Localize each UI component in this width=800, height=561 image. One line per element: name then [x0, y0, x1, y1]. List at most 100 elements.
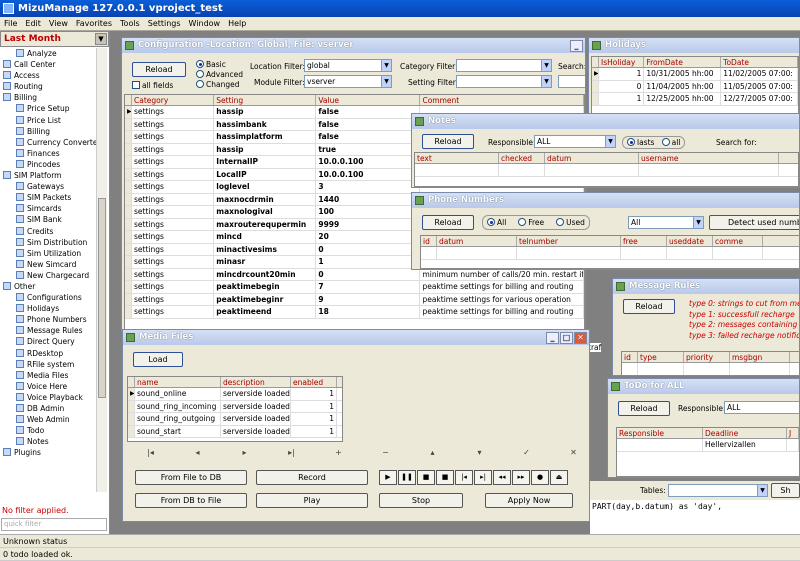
column-header[interactable]: free	[621, 236, 667, 246]
column-header[interactable]: FromDate	[644, 57, 722, 67]
column-header[interactable]: telnumber	[517, 236, 621, 246]
column-header[interactable]: msgbgn	[730, 352, 790, 362]
table-row[interactable]: settings peaktimebegin 7 peaktime settings …	[125, 281, 584, 294]
maximize-button[interactable]: □	[560, 332, 573, 344]
table-row[interactable]: 0 11/04/2005 hh:00 11/05/2005 07:00:	[592, 80, 798, 93]
nav-delete-icon[interactable]: −	[362, 446, 409, 460]
todo-reload-button[interactable]: Reload	[618, 401, 670, 416]
sidebar-item-sim-utilization[interactable]: Sim Utilization	[0, 248, 96, 259]
menu-item-help[interactable]: Help	[224, 17, 250, 31]
menu-item-settings[interactable]: Settings	[144, 17, 185, 31]
scrollbar-thumb[interactable]	[98, 198, 106, 398]
show-button[interactable]: Sh	[771, 483, 800, 498]
prev-icon[interactable]: |◂	[455, 470, 473, 485]
column-header[interactable]: username	[639, 153, 779, 163]
stop-alt-icon[interactable]: ■	[436, 470, 454, 485]
sidebar-item-plugins[interactable]: Plugins	[0, 447, 96, 458]
apply-now-button[interactable]: Apply Now	[485, 493, 573, 508]
minimize-button[interactable]: _	[570, 40, 583, 52]
sidebar-item-pincodes[interactable]: Pincodes	[0, 159, 96, 170]
column-header[interactable]: priority	[684, 352, 730, 362]
sidebar-item-media-files[interactable]: Media Files	[0, 370, 96, 381]
sidebar-item-analyze[interactable]: Analyze	[0, 48, 96, 59]
sidebar-item-notes[interactable]: Notes	[0, 436, 96, 447]
menu-item-file[interactable]: File	[0, 17, 21, 31]
sidebar-item-voice-playback[interactable]: Voice Playback	[0, 392, 96, 403]
rewind-icon[interactable]: ◂◂	[493, 470, 511, 485]
tables-select[interactable]: ▼	[668, 484, 768, 497]
table-row[interactable]: ▶ sound_online serverside loaded 1	[128, 388, 342, 401]
sidebar-item-message-rules[interactable]: Message Rules	[0, 325, 96, 336]
detect-used-numbers-button[interactable]: Detect used numb	[709, 215, 799, 230]
sidebar-item-rfile-system[interactable]: RFile system	[0, 359, 96, 370]
menu-item-tools[interactable]: Tools	[116, 17, 144, 31]
record-icon[interactable]: ●	[531, 470, 549, 485]
sidebar-item-sim-packets[interactable]: SIM Packets	[0, 192, 96, 203]
sidebar-item-simcards[interactable]: Simcards	[0, 203, 96, 214]
category-filter-select[interactable]: ▼	[456, 59, 552, 72]
sidebar-item-currency-converter[interactable]: Currency Converter	[0, 137, 96, 148]
menu-item-favorites[interactable]: Favorites	[72, 17, 116, 31]
sidebar-item-gateways[interactable]: Gateways	[0, 181, 96, 192]
column-header[interactable]: ToDate	[721, 57, 798, 67]
query-editor[interactable]: PART(day,b.datum) as 'day',	[590, 500, 800, 534]
sidebar-item-holidays[interactable]: Holidays	[0, 303, 96, 314]
sidebar-item-web-admin[interactable]: Web Admin	[0, 414, 96, 425]
location-filter-select[interactable]: global ▼	[304, 59, 392, 72]
radio-free[interactable]: Free	[518, 218, 544, 227]
sidebar-item-new-simcard[interactable]: New Simcard	[0, 259, 96, 270]
radio-lasts[interactable]: lasts	[627, 138, 654, 147]
column-header[interactable]: datum	[437, 236, 517, 246]
sidebar-item-billing[interactable]: Billing	[0, 126, 96, 137]
column-header[interactable]: enabled	[291, 377, 337, 387]
sidebar-item-sim-bank[interactable]: SIM Bank	[0, 214, 96, 225]
radio-all[interactable]: all	[661, 138, 680, 147]
sidebar-item-routing[interactable]: Routing	[0, 81, 96, 92]
menu-item-edit[interactable]: Edit	[21, 17, 45, 31]
column-header[interactable]: datum	[545, 153, 639, 163]
sidebar-item-finances[interactable]: Finances	[0, 148, 96, 159]
sidebar-item-billing[interactable]: Billing	[0, 92, 96, 103]
sidebar-item-other[interactable]: Other	[0, 281, 96, 292]
mode-advanced[interactable]: Advanced	[196, 70, 243, 80]
media-load-button[interactable]: Load	[133, 352, 183, 367]
sidebar-item-sim-distribution[interactable]: Sim Distribution	[0, 237, 96, 248]
chevron-down-icon[interactable]: ▼	[757, 485, 767, 496]
period-selector[interactable]: Last Month ▼	[0, 31, 109, 47]
column-header[interactable]: useddate	[667, 236, 713, 246]
table-row[interactable]: settings peaktimeend 18 peaktime settings f…	[125, 306, 584, 319]
mode-basic[interactable]: Basic	[196, 60, 243, 70]
from-file-to-db-button[interactable]: From File to DB	[135, 470, 247, 485]
table-row[interactable]: sound_ring_outgoing serverside loaded 1	[128, 413, 342, 426]
stop-button[interactable]: Stop	[379, 493, 463, 508]
table-row[interactable]: sound_ring_incoming serverside loaded 1	[128, 400, 342, 413]
chevron-down-icon[interactable]: ▼	[95, 33, 107, 45]
play-icon[interactable]: ▶	[379, 470, 397, 485]
sidebar-item-new-chargecard[interactable]: New Chargecard	[0, 270, 96, 281]
sidebar-item-voice-here[interactable]: Voice Here	[0, 381, 96, 392]
search-input[interactable]	[558, 75, 585, 88]
column-header[interactable]: Setting	[214, 95, 317, 105]
column-header[interactable]: Value	[316, 95, 421, 105]
chevron-down-icon[interactable]: ▼	[541, 60, 551, 71]
message-rules-reload-button[interactable]: Reload	[623, 299, 675, 314]
column-header[interactable]: name	[135, 377, 221, 387]
nav-post-icon[interactable]: ✓	[503, 446, 550, 460]
sidebar-item-todo[interactable]: Todo	[0, 425, 96, 436]
column-header[interactable]: Responsible	[617, 428, 703, 438]
chevron-down-icon[interactable]: ▼	[381, 60, 391, 71]
sidebar-item-rdesktop[interactable]: RDesktop	[0, 348, 96, 359]
all-fields-checkbox[interactable]: all fields	[132, 81, 173, 90]
sidebar-item-price-list[interactable]: Price List	[0, 115, 96, 126]
radio-all[interactable]: All	[487, 218, 506, 227]
column-header[interactable]: Category	[132, 95, 215, 105]
menu-item-window[interactable]: Window	[185, 17, 225, 31]
chevron-down-icon[interactable]: ▼	[693, 217, 703, 228]
sidebar-item-db-admin[interactable]: DB Admin	[0, 403, 96, 414]
minimize-button[interactable]: _	[546, 332, 559, 344]
column-header[interactable]: checked	[499, 153, 545, 163]
mode-changed[interactable]: Changed	[196, 80, 243, 90]
sidebar-item-sim-platform[interactable]: SIM Platform	[0, 170, 96, 181]
setting-filter-select[interactable]: ▼	[456, 75, 552, 88]
chevron-down-icon[interactable]: ▼	[381, 76, 391, 87]
